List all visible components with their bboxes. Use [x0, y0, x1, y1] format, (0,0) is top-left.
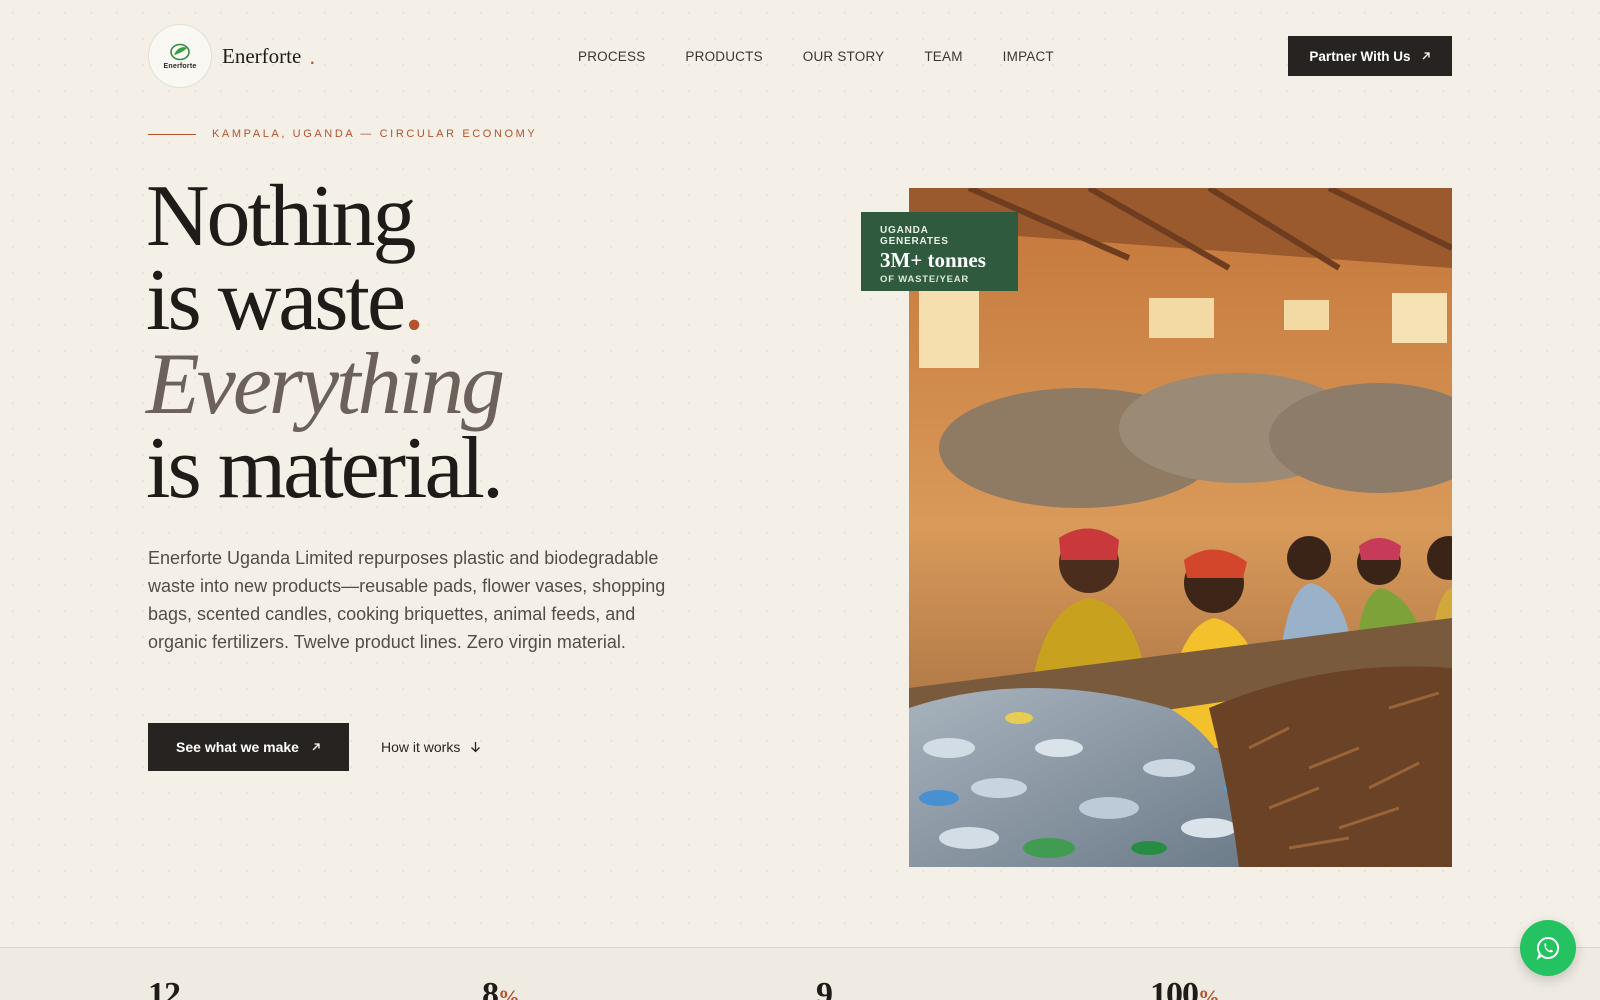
logo-badge[interactable]: Enerforte — [148, 24, 212, 88]
headline-line-1: Nothing — [146, 168, 416, 265]
nav-link-our-story[interactable]: OUR STORY — [803, 49, 885, 64]
nav-link-process[interactable]: PROCESS — [578, 49, 645, 64]
stat-badge-label-bottom: OF WASTE/YEAR — [880, 274, 970, 285]
hero-description: Enerforte Uganda Limited repurposes plas… — [148, 548, 666, 652]
eyebrow-rule — [148, 133, 196, 135]
partner-button-label: Partner With Us — [1309, 48, 1411, 64]
arrow-down-icon — [471, 742, 481, 753]
brand-name[interactable]: Enerforte — [222, 44, 301, 69]
stat-badge-value: 3M+ tonnes — [880, 248, 986, 272]
stat-percent: 8% — [482, 976, 520, 1000]
stats-strip — [0, 947, 1600, 1000]
headline-line-4: is material. — [146, 420, 504, 517]
eyebrow-text: KAMPALA, UGANDA — CIRCULAR ECONOMY — [212, 128, 538, 140]
nav-link-team[interactable]: TEAM — [924, 49, 962, 64]
stat-count: 9 — [816, 976, 833, 1000]
how-it-works-link[interactable]: How it works — [381, 723, 481, 771]
nav-link-products[interactable]: PRODUCTS — [685, 49, 762, 64]
headline-line-3: Everything — [146, 336, 505, 433]
partner-with-us-button[interactable]: Partner With Us — [1288, 36, 1452, 76]
leaf-logo-icon — [170, 43, 190, 60]
whatsapp-chat-button[interactable] — [1520, 920, 1576, 976]
hero-eyebrow: KAMPALA, UGANDA — CIRCULAR ECONOMY — [148, 128, 537, 140]
stat-badge-label-top: UGANDA GENERATES — [880, 225, 949, 247]
arrow-up-right-icon — [1422, 52, 1430, 60]
see-what-we-make-button[interactable]: See what we make — [148, 723, 349, 771]
hero-headline: Nothing is waste. Everything is material… — [146, 168, 505, 517]
brand-dot: . — [309, 44, 316, 69]
logo-wordmark: Enerforte — [163, 62, 197, 70]
nav-link-impact[interactable]: IMPACT — [1003, 49, 1054, 64]
whatsapp-icon — [1536, 936, 1560, 960]
headline-accent-dot: . — [403, 252, 425, 349]
arrow-up-right-icon — [312, 743, 320, 751]
stat-hundred-percent: 100% — [1150, 976, 1220, 1000]
waste-stat-badge: UGANDA GENERATES 3M+ tonnes OF WASTE/YEA… — [861, 212, 1018, 291]
headline-line-2: is waste. — [146, 252, 425, 349]
nav-links: PROCESS PRODUCTS OUR STORY TEAM IMPACT — [578, 24, 1054, 88]
primary-button-label: See what we make — [176, 739, 299, 755]
top-navigation: Enerforte Enerforte . PROCESS PRODUCTS O… — [148, 24, 1452, 88]
secondary-button-label: How it works — [381, 739, 461, 755]
stat-product-lines: 12 — [148, 976, 181, 1000]
